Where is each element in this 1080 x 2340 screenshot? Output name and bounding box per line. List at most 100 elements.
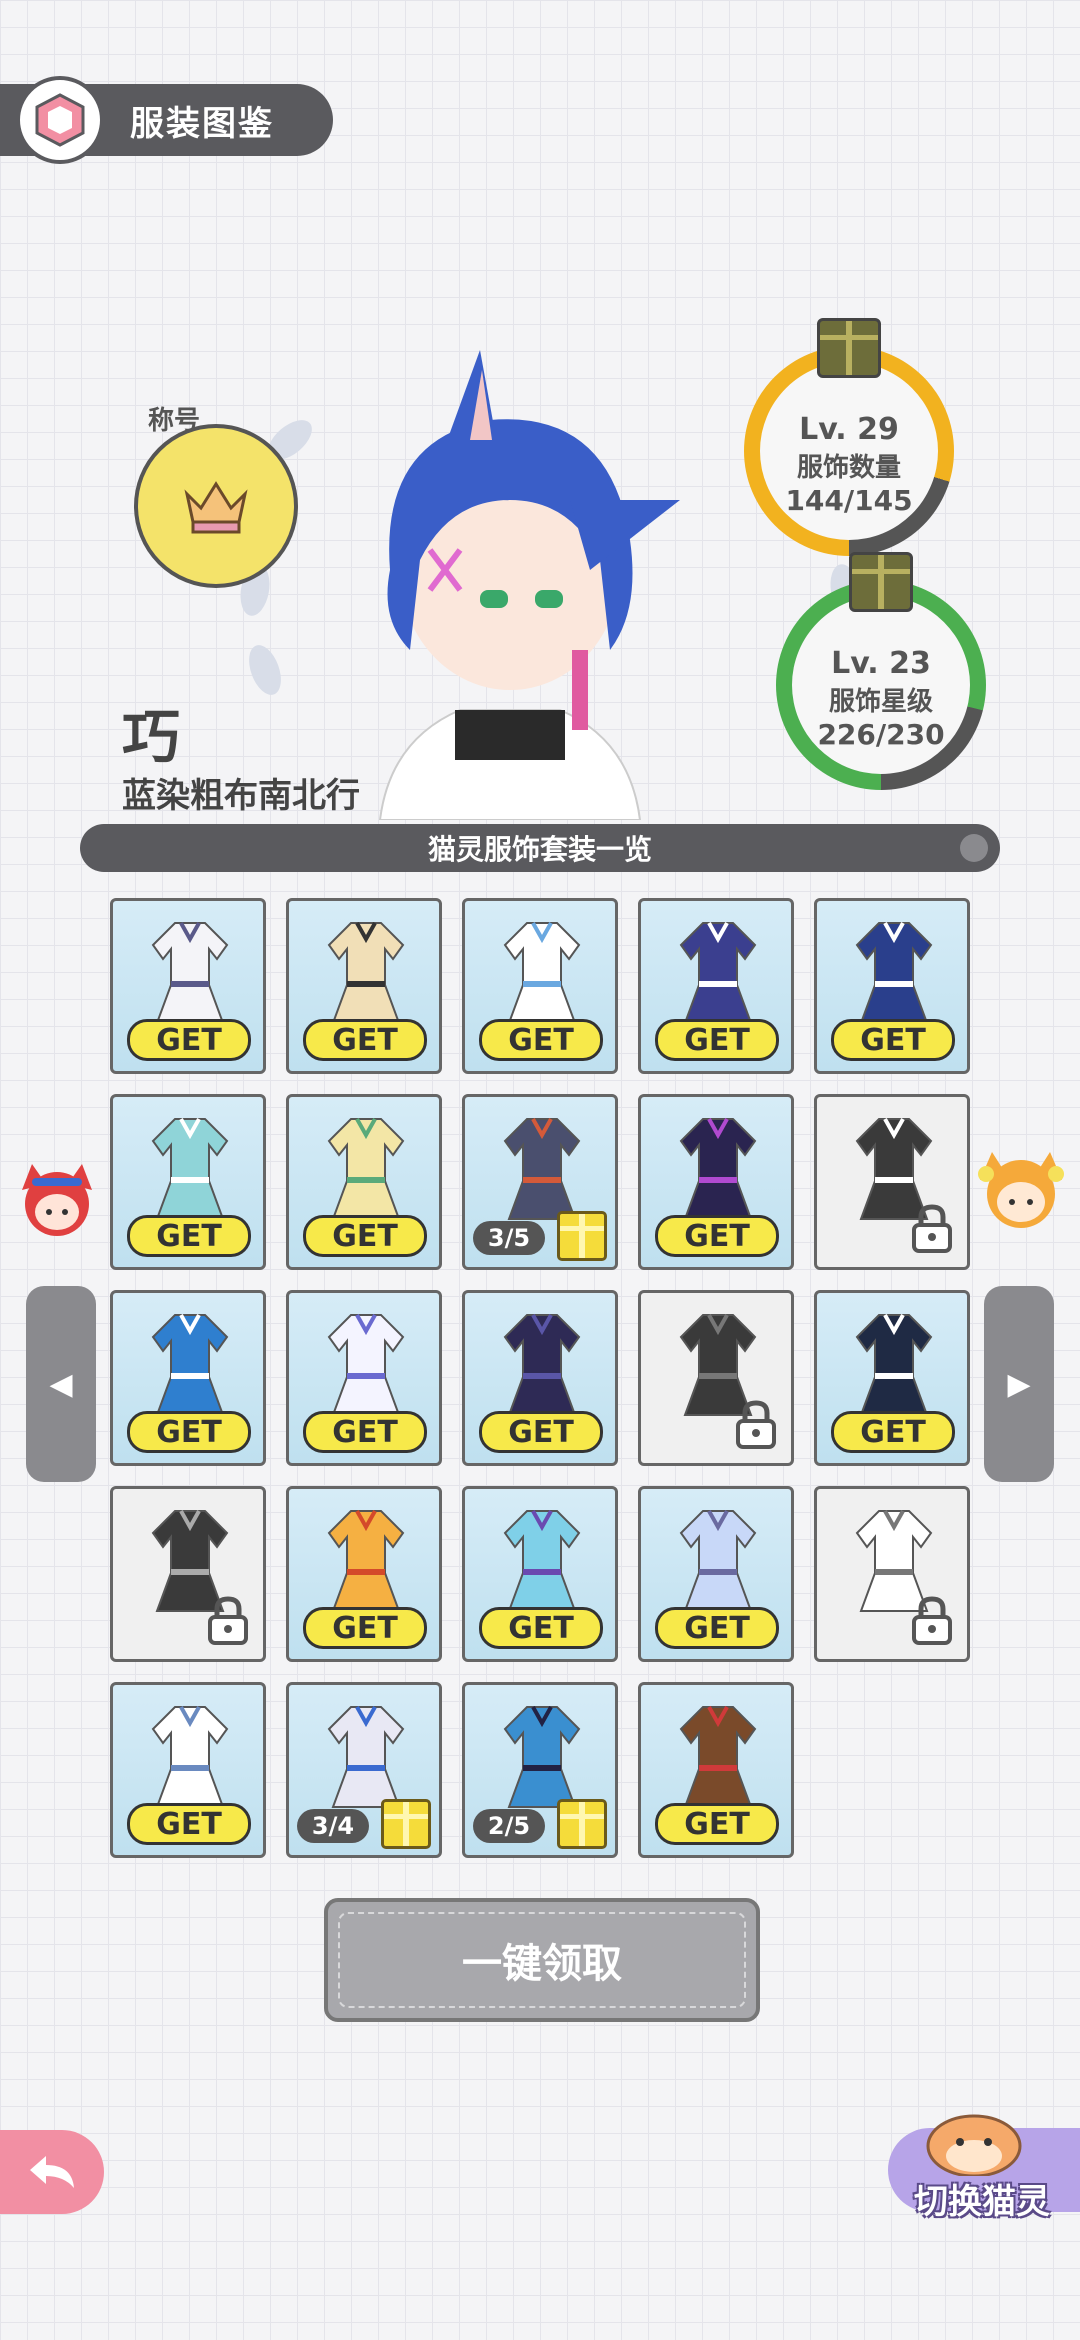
outfit-icon (327, 922, 405, 1024)
lock-icon (208, 1596, 248, 1645)
wardrobe-logo-icon (16, 76, 104, 164)
section-bar-knob (960, 834, 988, 862)
get-reward-button[interactable]: GET (303, 1019, 427, 1061)
switch-cat-label: 切换猫灵 (914, 2182, 1050, 2222)
outfit-card[interactable] (638, 1290, 794, 1466)
back-button[interactable] (0, 2130, 104, 2214)
outfit-card[interactable] (814, 1094, 970, 1270)
outfit-star-level: Lv. 23 (831, 645, 931, 681)
get-reward-button[interactable]: GET (127, 1803, 251, 1845)
outfit-star-ring[interactable]: Lv. 23 服饰星级 226/230 (776, 552, 986, 790)
outfit-icon (503, 1314, 581, 1416)
get-reward-button[interactable]: GET (303, 1215, 427, 1257)
outfit-icon (503, 1118, 581, 1220)
back-arrow-icon (30, 2156, 74, 2188)
prev-page-button[interactable]: ◀ (26, 1286, 96, 1482)
outfit-icon (679, 1118, 757, 1220)
outfit-icon (151, 922, 229, 1024)
outfit-card[interactable]: GET (462, 898, 618, 1074)
section-title: 猫灵服饰套装一览 (80, 824, 1000, 872)
get-reward-button[interactable]: GET (303, 1607, 427, 1649)
orange-cat-mascot-icon (978, 1152, 1064, 1228)
outfit-card[interactable]: GET (638, 898, 794, 1074)
get-reward-button[interactable]: GET (127, 1215, 251, 1257)
outfit-star-value: 226/230 (817, 717, 945, 751)
outfit-card[interactable]: GET (638, 1094, 794, 1270)
outfit-card[interactable]: GET (814, 1290, 970, 1466)
get-reward-button[interactable]: GET (479, 1607, 603, 1649)
get-reward-button[interactable]: GET (655, 1215, 779, 1257)
outfit-card[interactable]: GET (286, 1094, 442, 1270)
get-reward-button[interactable]: GET (303, 1411, 427, 1453)
outfit-card[interactable]: 2/5 (462, 1682, 618, 1858)
outfit-icon (679, 922, 757, 1024)
outfit-card[interactable] (814, 1486, 970, 1662)
outfit-count-label: 服饰数量 (796, 452, 901, 483)
get-reward-button[interactable]: GET (127, 1019, 251, 1061)
outfit-icon (327, 1118, 405, 1220)
outfit-icon (327, 1314, 405, 1416)
outfit-icon (503, 922, 581, 1024)
get-reward-button[interactable]: GET (655, 1803, 779, 1845)
get-reward-button[interactable]: GET (479, 1411, 603, 1453)
outfit-card[interactable]: GET (110, 1290, 266, 1466)
outfit-icon (503, 1706, 581, 1808)
outfit-icon (503, 1510, 581, 1612)
gift-icon (817, 318, 881, 378)
outfit-icon (151, 1118, 229, 1220)
page-title: 服装图鉴 (130, 104, 274, 144)
claim-all-button[interactable]: 一键领取 (324, 1898, 760, 2022)
gift-icon[interactable] (557, 1211, 607, 1261)
get-reward-button[interactable]: GET (831, 1411, 955, 1453)
outfit-icon (327, 1706, 405, 1808)
gift-icon[interactable] (381, 1799, 431, 1849)
outfit-card[interactable]: 3/4 (286, 1682, 442, 1858)
crown-icon (184, 481, 248, 534)
gift-icon[interactable] (557, 1799, 607, 1849)
outfit-card[interactable]: GET (814, 898, 970, 1074)
outfit-icon (679, 1706, 757, 1808)
outfit-card[interactable]: GET (462, 1290, 618, 1466)
outfit-icon (855, 922, 933, 1024)
outfit-card[interactable]: GET (286, 1486, 442, 1662)
outfit-card[interactable]: GET (110, 1094, 266, 1270)
lock-icon (912, 1596, 952, 1645)
outfit-icon (151, 1314, 229, 1416)
lock-icon (912, 1204, 952, 1253)
outfit-card[interactable]: 3/5 (462, 1094, 618, 1270)
outfit-count-value: 144/145 (785, 483, 913, 517)
outfit-icon (679, 1510, 757, 1612)
character-name: 巧 (122, 703, 181, 771)
get-reward-button[interactable]: GET (479, 1019, 603, 1061)
title-badge-button[interactable] (134, 424, 298, 588)
lock-icon (736, 1400, 776, 1449)
outfit-count-ring[interactable]: Lv. 29 服饰数量 144/145 (744, 318, 954, 556)
gift-icon (849, 552, 913, 612)
outfit-icon (327, 1510, 405, 1612)
outfit-card[interactable]: GET (110, 898, 266, 1074)
outfit-card[interactable]: GET (286, 1290, 442, 1466)
character-portrait (378, 350, 680, 820)
outfit-progress-badge: 3/4 (297, 1809, 369, 1843)
outfit-icon (855, 1314, 933, 1416)
outfit-count-level: Lv. 29 (799, 411, 899, 447)
get-reward-button[interactable]: GET (831, 1019, 955, 1061)
red-cat-mascot-icon (22, 1164, 92, 1236)
outfit-card[interactable]: GET (110, 1682, 266, 1858)
outfit-card[interactable]: GET (638, 1486, 794, 1662)
get-reward-button[interactable]: GET (127, 1411, 251, 1453)
outfit-icon (151, 1706, 229, 1808)
claim-all-label: 一键领取 (462, 1941, 622, 1987)
outfit-card[interactable]: GET (638, 1682, 794, 1858)
outfit-card[interactable] (110, 1486, 266, 1662)
next-page-button[interactable]: ▶ (984, 1286, 1054, 1482)
outfit-progress-badge: 3/5 (473, 1221, 545, 1255)
outfit-star-label: 服饰星级 (828, 686, 933, 717)
hamster-mascot-icon (926, 2114, 1022, 2176)
outfit-card[interactable]: GET (286, 898, 442, 1074)
outfit-progress-badge: 2/5 (473, 1809, 545, 1843)
character-outfit-name: 蓝染粗布南北行 (122, 776, 360, 816)
outfit-card[interactable]: GET (462, 1486, 618, 1662)
get-reward-button[interactable]: GET (655, 1607, 779, 1649)
get-reward-button[interactable]: GET (655, 1019, 779, 1061)
